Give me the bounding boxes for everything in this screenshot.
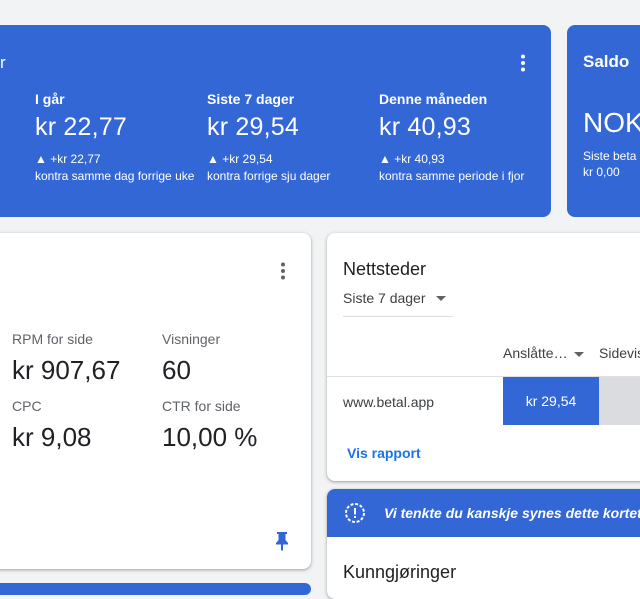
metric-value: 10,00 % [162,422,258,452]
stat-last-7-days: Siste 7 dager kr 29,54 ▲ +kr 29,54 kontr… [207,91,375,184]
metric-label: Visninger [162,331,221,347]
metric-cpc: CPC kr 9,08 [12,398,92,453]
sites-title: Nettsteder [343,259,427,279]
column-header-page-views[interactable]: Sidevis [599,345,640,361]
metric-impressions: Visninger 60 [162,331,220,386]
period-dropdown[interactable]: Siste 7 dager [343,290,453,317]
stat-this-month: Denne måneden kr 40,93 ▲ +kr 40,93 kontr… [379,91,547,184]
tip-text: Vi tenkte du kanskje synes dette kortet … [384,505,640,521]
stat-compare: kontra forrige sju dager [207,169,331,183]
stat-delta: ▲ +kr 40,93 [379,152,445,166]
balance-last-payment-value: kr 0,00 [583,165,620,179]
dropdown-caret-icon [574,352,584,357]
stat-label: Siste 7 dager [207,91,295,107]
announcements-title: Kunngjøringer [343,562,457,582]
balance-amount: NOK [583,107,640,138]
stat-delta: ▲ +kr 29,54 [207,152,273,166]
stat-delta: ▲ +kr 22,77 [35,152,101,166]
stat-value: kr 22,77 [35,113,127,141]
column-header-label: Anslåtte… [503,345,568,361]
page-views-cell [599,377,640,425]
stat-value: kr 40,93 [379,113,471,141]
tip-banner[interactable]: Vi tenkte du kanskje synes dette kortet … [327,489,640,537]
balance-card: Saldo NOK Siste beta kr 0,00 [567,25,640,217]
stat-compare: kontra samme periode i fjor [379,169,525,183]
balance-last-payment-label: Siste beta [583,149,637,163]
pin-icon[interactable] [274,531,290,551]
more-vert-icon[interactable] [271,259,295,283]
dropdown-caret-icon [436,296,446,301]
metric-ctr: CTR for side 10,00 % [162,398,257,453]
column-header-estimated-earnings[interactable]: Anslåtte… [503,345,584,361]
more-vert-icon[interactable] [511,51,535,75]
lightbulb-settings-icon [345,503,365,523]
period-dropdown-label: Siste 7 dager [343,290,426,306]
metric-value: kr 9,08 [12,422,92,452]
metrics-card: RPM for side kr 907,67 Visninger 60 CPC … [0,233,311,569]
earnings-card: r I går kr 22,77 ▲ +kr 22,77 kontra samm… [0,25,551,217]
metric-value: kr 907,67 [12,355,121,385]
announcements-card: Vi tenkte du kanskje synes dette kortet … [327,489,640,599]
partial-card [0,583,311,595]
site-name: www.betal.app [343,394,435,410]
stat-label: I går [35,91,65,107]
stat-yesterday: I går kr 22,77 ▲ +kr 22,77 kontra samme … [35,91,203,184]
sites-card: Nettsteder Siste 7 dager Anslåtte… Sidev… [327,233,640,481]
earnings-cell: kr 29,54 [503,377,599,425]
balance-title: Saldo [583,52,630,71]
metric-rpm: RPM for side kr 907,67 [12,331,120,386]
metric-label: RPM for side [12,331,93,347]
metric-label: CPC [12,398,42,414]
stat-compare: kontra samme dag forrige uke [35,169,195,183]
stat-label: Denne måneden [379,91,488,107]
metric-label: CTR for side [162,398,241,414]
earnings-title: r [0,53,6,72]
view-report-link[interactable]: Vis rapport [347,445,421,461]
stat-value: kr 29,54 [207,113,299,141]
metric-value: 60 [162,355,191,385]
table-row: www.betal.app kr 29,54 [327,376,640,425]
